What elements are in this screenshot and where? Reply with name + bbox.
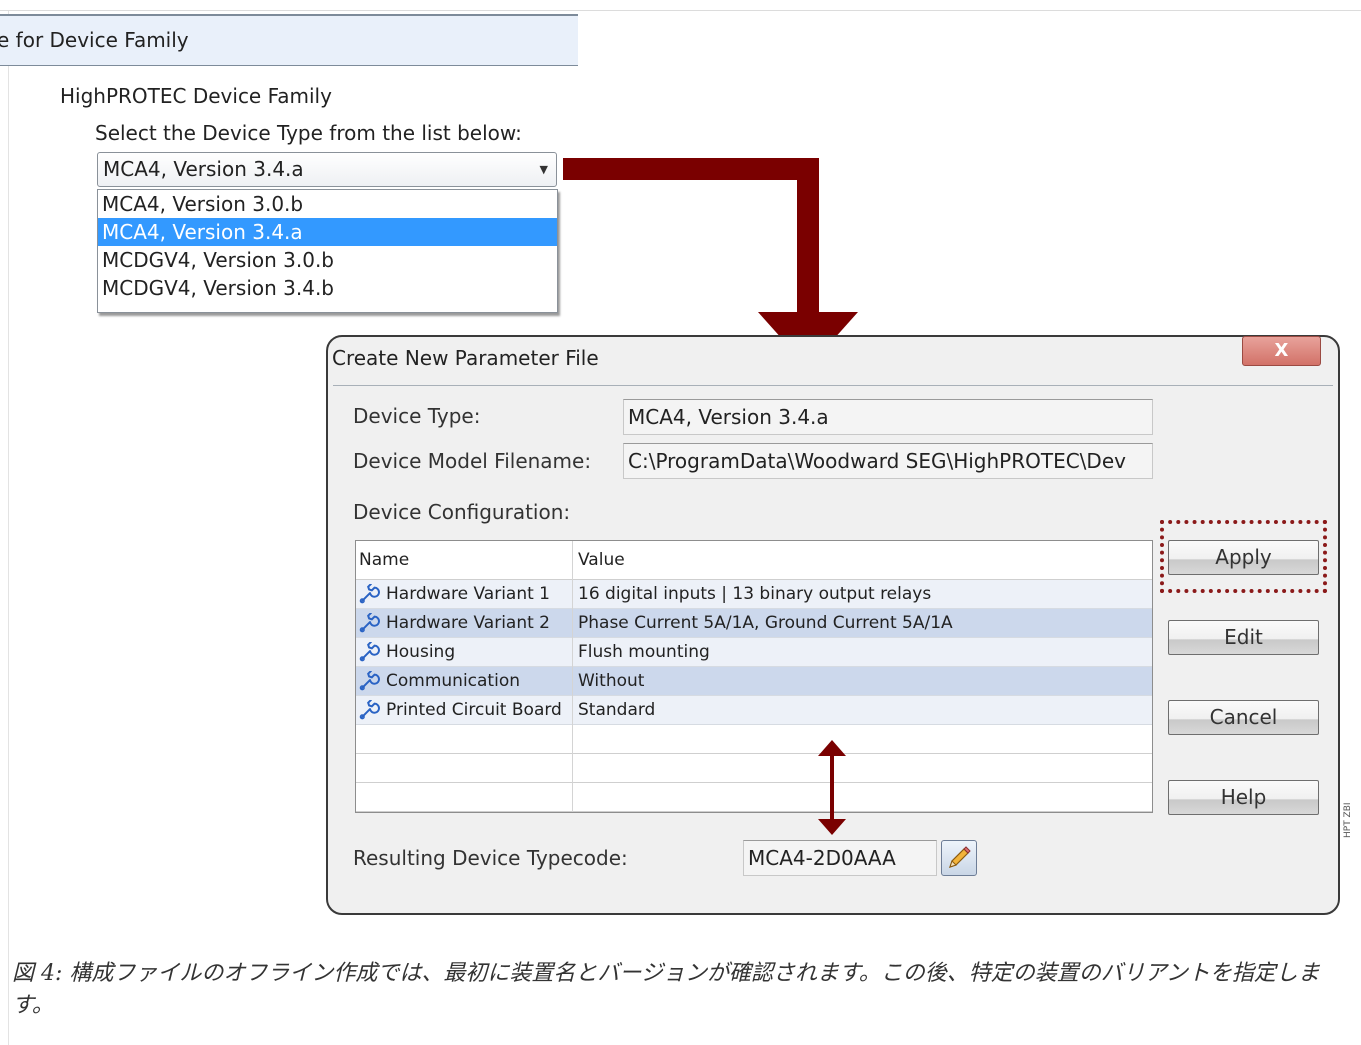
arrow-down-icon — [818, 819, 846, 835]
column-header-name[interactable]: Name — [356, 541, 409, 579]
row-value: Without — [578, 671, 645, 691]
family-section-header: e for Device Family — [0, 14, 578, 66]
family-name: HighPROTEC Device Family — [60, 84, 332, 108]
row-value: Standard — [578, 700, 656, 720]
row-value: Flush mounting — [578, 642, 710, 662]
column-separator — [572, 541, 573, 812]
table-row[interactable]: Hardware Variant 1 16 digital inputs | 1… — [356, 580, 1152, 609]
row-value: 16 digital inputs | 13 binary output rel… — [578, 584, 932, 604]
left-divider — [8, 11, 9, 1045]
model-filename-field: C:\ProgramData\Woodward SEG\HighPROTEC\D… — [623, 443, 1153, 479]
flow-arrow-horizontal — [563, 158, 819, 180]
device-type-combobox[interactable]: MCA4, Version 3.4.a ▼ — [97, 152, 557, 187]
figure-code-tag: HPT ZBI — [1343, 802, 1353, 838]
row-name: Hardware Variant 2 — [386, 613, 550, 633]
cancel-button[interactable]: Cancel — [1168, 700, 1319, 735]
row-name: Communication — [386, 671, 520, 691]
wrench-icon — [359, 642, 380, 662]
table-row[interactable]: Printed Circuit Board Standard — [356, 696, 1152, 725]
dropdown-item-selected[interactable]: MCA4, Version 3.4.a — [98, 218, 557, 246]
empty-row — [356, 754, 1152, 783]
typecode-field: MCA4-2D0AAA — [743, 840, 937, 876]
wrench-icon — [359, 671, 380, 691]
table-row[interactable]: Housing Flush mounting — [356, 638, 1152, 667]
column-header-value[interactable]: Value — [575, 541, 625, 579]
top-divider — [0, 10, 1361, 11]
dropdown-item[interactable]: MCDGV4, Version 3.0.b — [98, 246, 557, 274]
row-name: Printed Circuit Board — [386, 700, 562, 720]
wrench-icon — [359, 584, 380, 604]
combo-value: MCA4, Version 3.4.a — [103, 157, 304, 181]
pencil-icon — [949, 846, 971, 868]
wrench-icon — [359, 700, 380, 720]
help-button[interactable]: Help — [1168, 780, 1319, 815]
figure-caption: 図 4: 構成ファイルのオフライン作成では、最初に装置名とバージョンが確認されま… — [12, 961, 1320, 1018]
device-type-label: Device Type: — [353, 404, 481, 428]
row-name: Hardware Variant 1 — [386, 584, 550, 604]
edit-button[interactable]: Edit — [1168, 620, 1319, 655]
device-type-dropdown-list: MCA4, Version 3.0.b MCA4, Version 3.4.a … — [97, 189, 558, 313]
dialog-title: Create New Parameter File — [332, 346, 599, 370]
edit-typecode-button[interactable] — [941, 840, 977, 876]
flow-arrow-vertical — [797, 158, 819, 318]
empty-row — [356, 725, 1152, 754]
wrench-icon — [359, 613, 380, 633]
table-row[interactable]: Communication Without — [356, 667, 1152, 696]
empty-row — [356, 783, 1152, 812]
model-filename-label: Device Model Filename: — [353, 449, 592, 473]
dropdown-item[interactable]: MCDGV4, Version 3.4.b — [98, 274, 557, 302]
row-name: Housing — [386, 642, 456, 662]
device-type-field: MCA4, Version 3.4.a — [623, 399, 1153, 435]
device-configuration-table: Name Value Hardware Variant 1 16 digital… — [355, 540, 1153, 813]
double-arrow-line — [830, 752, 834, 822]
close-button[interactable]: X — [1242, 336, 1321, 366]
device-configuration-label: Device Configuration: — [353, 500, 571, 524]
row-value: Phase Current 5A/1A, Ground Current 5A/1… — [578, 613, 953, 633]
table-header: Name Value — [356, 541, 1152, 580]
chevron-down-icon[interactable]: ▼ — [540, 153, 548, 186]
dropdown-item[interactable]: MCA4, Version 3.0.b — [98, 190, 557, 218]
table-row[interactable]: Hardware Variant 2 Phase Current 5A/1A, … — [356, 609, 1152, 638]
apply-button[interactable]: Apply — [1168, 540, 1319, 575]
typecode-label: Resulting Device Typecode: — [353, 846, 628, 870]
select-prompt: Select the Device Type from the list bel… — [95, 121, 522, 145]
